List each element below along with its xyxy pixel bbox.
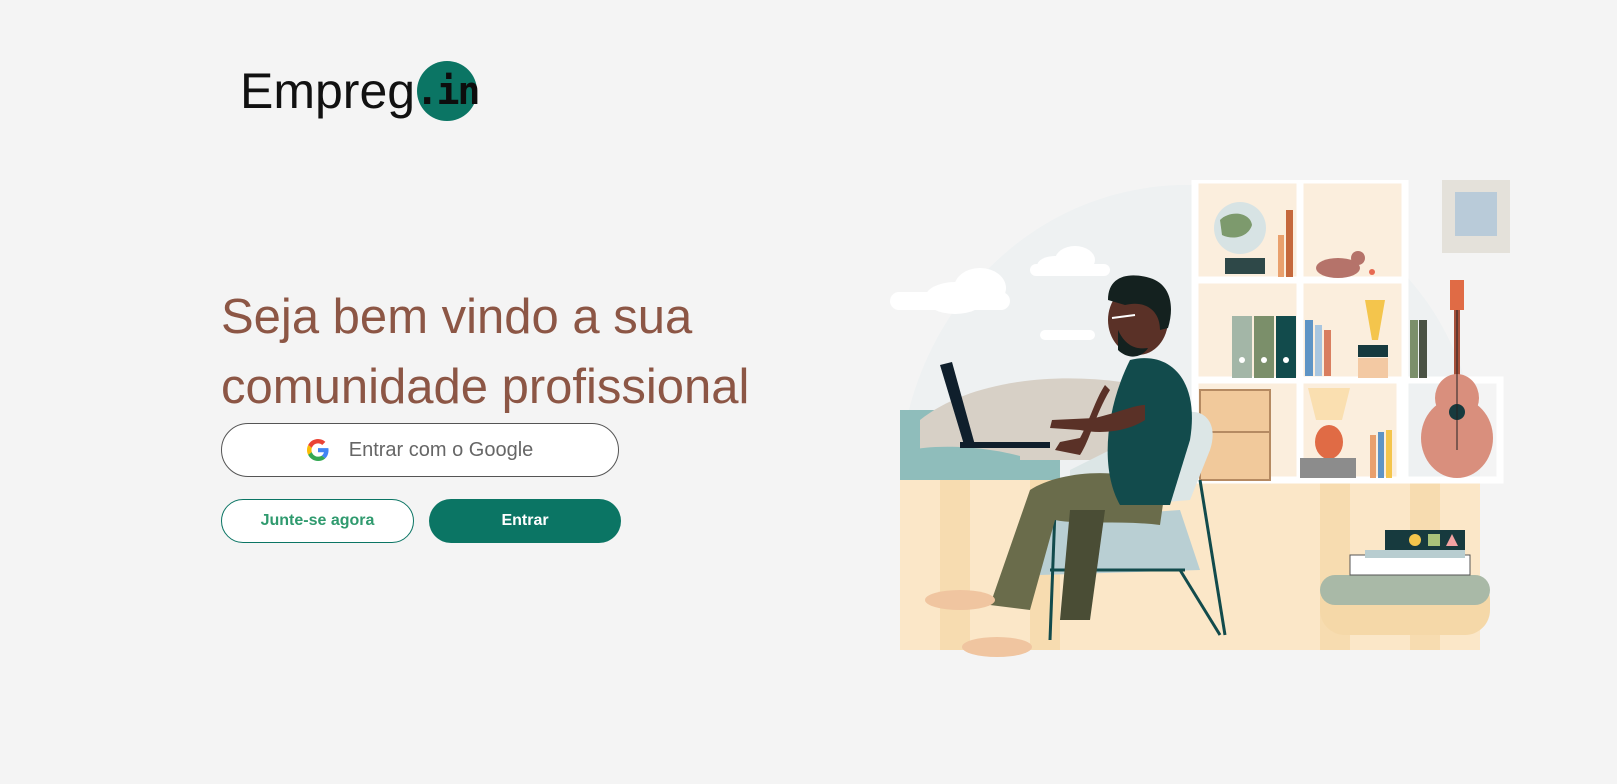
cloud-left [890,268,1010,314]
logo-text: Empreg [240,63,416,119]
hero-illustration [890,180,1510,657]
sign-in-button[interactable]: Entrar [429,499,621,543]
welcome-heading-line-2: comunidade profissional [221,360,750,414]
logo-badge: .in [415,61,481,121]
login-page: Empreg .in Seja bem vindo a sua comunida… [0,0,1617,784]
welcome-heading: Seja bem vindo a sua comunidade profissi… [221,282,821,422]
google-signin-label: Entrar com o Google [348,438,534,461]
welcome-heading-line-1: Seja bem vindo a sua [221,290,693,344]
google-signin-button[interactable]: Entrar com o Google [221,423,619,477]
cloud-small [1040,330,1095,340]
logo[interactable]: Empreg .in [240,60,481,122]
google-icon [306,439,329,461]
logo-badge-text: .in [415,69,481,113]
join-now-button[interactable]: Junte-se agora [221,499,414,543]
